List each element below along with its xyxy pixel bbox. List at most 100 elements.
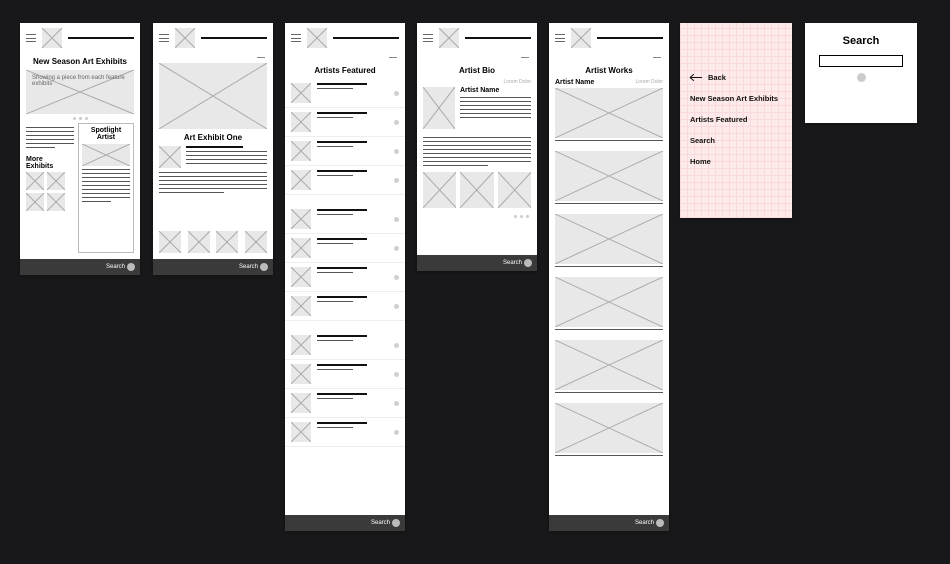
logo (175, 28, 195, 48)
footer: Search (417, 255, 537, 271)
chevron-icon (394, 275, 399, 280)
back-icon[interactable] (521, 53, 531, 61)
work-thumb[interactable] (498, 172, 531, 208)
footer: Search (549, 515, 669, 531)
work-image[interactable] (555, 214, 663, 264)
chevron-icon (394, 91, 399, 96)
menu-back[interactable]: Back (680, 67, 792, 88)
menu-item[interactable]: Home (680, 151, 792, 172)
menu-icon[interactable] (291, 34, 301, 42)
search-icon[interactable] (260, 263, 268, 271)
thumb[interactable] (188, 231, 210, 253)
exhibit-thumb[interactable] (159, 146, 181, 168)
chevron-icon (394, 401, 399, 406)
hero-caption: Showing a piece from each feature exhibi… (26, 72, 134, 90)
pagination[interactable] (20, 114, 140, 123)
list-item[interactable] (285, 166, 405, 195)
menu-item[interactable]: Artists Featured (680, 109, 792, 130)
thumb[interactable] (245, 231, 267, 253)
search-label[interactable]: Search (503, 260, 522, 266)
header-title (465, 37, 531, 39)
search-title: Search (805, 23, 917, 53)
bio-text (460, 97, 531, 118)
artboard-bio: Artist Bio Lorem Dolor Artist Name Searc… (417, 23, 537, 271)
menu-item[interactable]: Search (680, 130, 792, 151)
exhibit-text (186, 146, 267, 168)
work-image[interactable] (555, 277, 663, 327)
header-title (333, 37, 399, 39)
search-icon[interactable] (392, 519, 400, 527)
page-title: Artist Works (549, 62, 669, 79)
search-icon[interactable] (524, 259, 532, 267)
list-item[interactable] (285, 234, 405, 263)
hero-image[interactable] (159, 63, 267, 129)
back-arrow-icon (690, 77, 702, 78)
list-item[interactable] (285, 79, 405, 108)
logo (571, 28, 591, 48)
search-label[interactable]: Search (635, 520, 654, 526)
work-thumb[interactable] (460, 172, 493, 208)
list-item[interactable] (285, 389, 405, 418)
work-image[interactable] (555, 403, 663, 453)
hero-image[interactable]: Showing a piece from each feature exhibi… (26, 70, 134, 114)
list-item[interactable] (285, 292, 405, 321)
menu-item[interactable]: New Season Art Exhibits (680, 88, 792, 109)
menu-icon[interactable] (26, 34, 36, 42)
thumb[interactable] (159, 231, 181, 253)
work-image[interactable] (555, 151, 663, 201)
header-title (597, 37, 663, 39)
work-thumb[interactable] (423, 172, 456, 208)
search-label[interactable]: Search (371, 520, 390, 526)
thumb[interactable] (47, 172, 65, 190)
meta-label: Lorem Dolor (635, 79, 663, 86)
search-icon[interactable] (656, 519, 664, 527)
bio-text-2 (417, 131, 537, 172)
spotlight-image[interactable] (82, 144, 130, 166)
thumb[interactable] (47, 193, 65, 211)
search-submit-icon[interactable] (857, 73, 866, 82)
list-item[interactable] (285, 331, 405, 360)
body-text (153, 168, 273, 197)
works-grid (417, 172, 537, 212)
menu-icon[interactable] (423, 34, 433, 42)
header-title (201, 37, 267, 39)
header (549, 23, 669, 53)
thumb[interactable] (26, 193, 44, 211)
list-item[interactable] (285, 108, 405, 137)
more-exhibits-heading: More Exhibits (26, 154, 74, 172)
thumb[interactable] (216, 231, 238, 253)
header (20, 23, 140, 53)
header (153, 23, 273, 53)
search-icon[interactable] (127, 263, 135, 271)
work-image[interactable] (555, 88, 663, 138)
back-icon[interactable] (257, 53, 267, 61)
work-caption (555, 140, 663, 141)
artboard-artists: Artists Featured Search (285, 23, 405, 531)
menu-icon[interactable] (159, 34, 169, 42)
search-input[interactable] (819, 55, 903, 67)
search-label[interactable]: Search (106, 264, 125, 270)
chevron-icon (394, 178, 399, 183)
back-icon[interactable] (389, 53, 399, 61)
chevron-icon (394, 120, 399, 125)
chevron-icon (394, 246, 399, 251)
chevron-icon (394, 372, 399, 377)
list-item[interactable] (285, 418, 405, 447)
search-label[interactable]: Search (239, 264, 258, 270)
menu-icon[interactable] (555, 34, 565, 42)
list-item[interactable] (285, 360, 405, 389)
chevron-icon (394, 217, 399, 222)
thumb[interactable] (26, 172, 44, 190)
list-item[interactable] (285, 263, 405, 292)
list-item[interactable] (285, 137, 405, 166)
pagination[interactable] (417, 212, 537, 221)
work-image[interactable] (555, 340, 663, 390)
artboard-home: New Season Art Exhibits Showing a piece … (20, 23, 140, 275)
list-item[interactable] (285, 205, 405, 234)
body-text (26, 123, 74, 148)
back-icon[interactable] (653, 53, 663, 61)
page-title: New Season Art Exhibits (20, 53, 140, 70)
chevron-icon (394, 430, 399, 435)
portrait (423, 87, 455, 129)
spotlight-heading: Spotlight Artist (82, 127, 130, 141)
